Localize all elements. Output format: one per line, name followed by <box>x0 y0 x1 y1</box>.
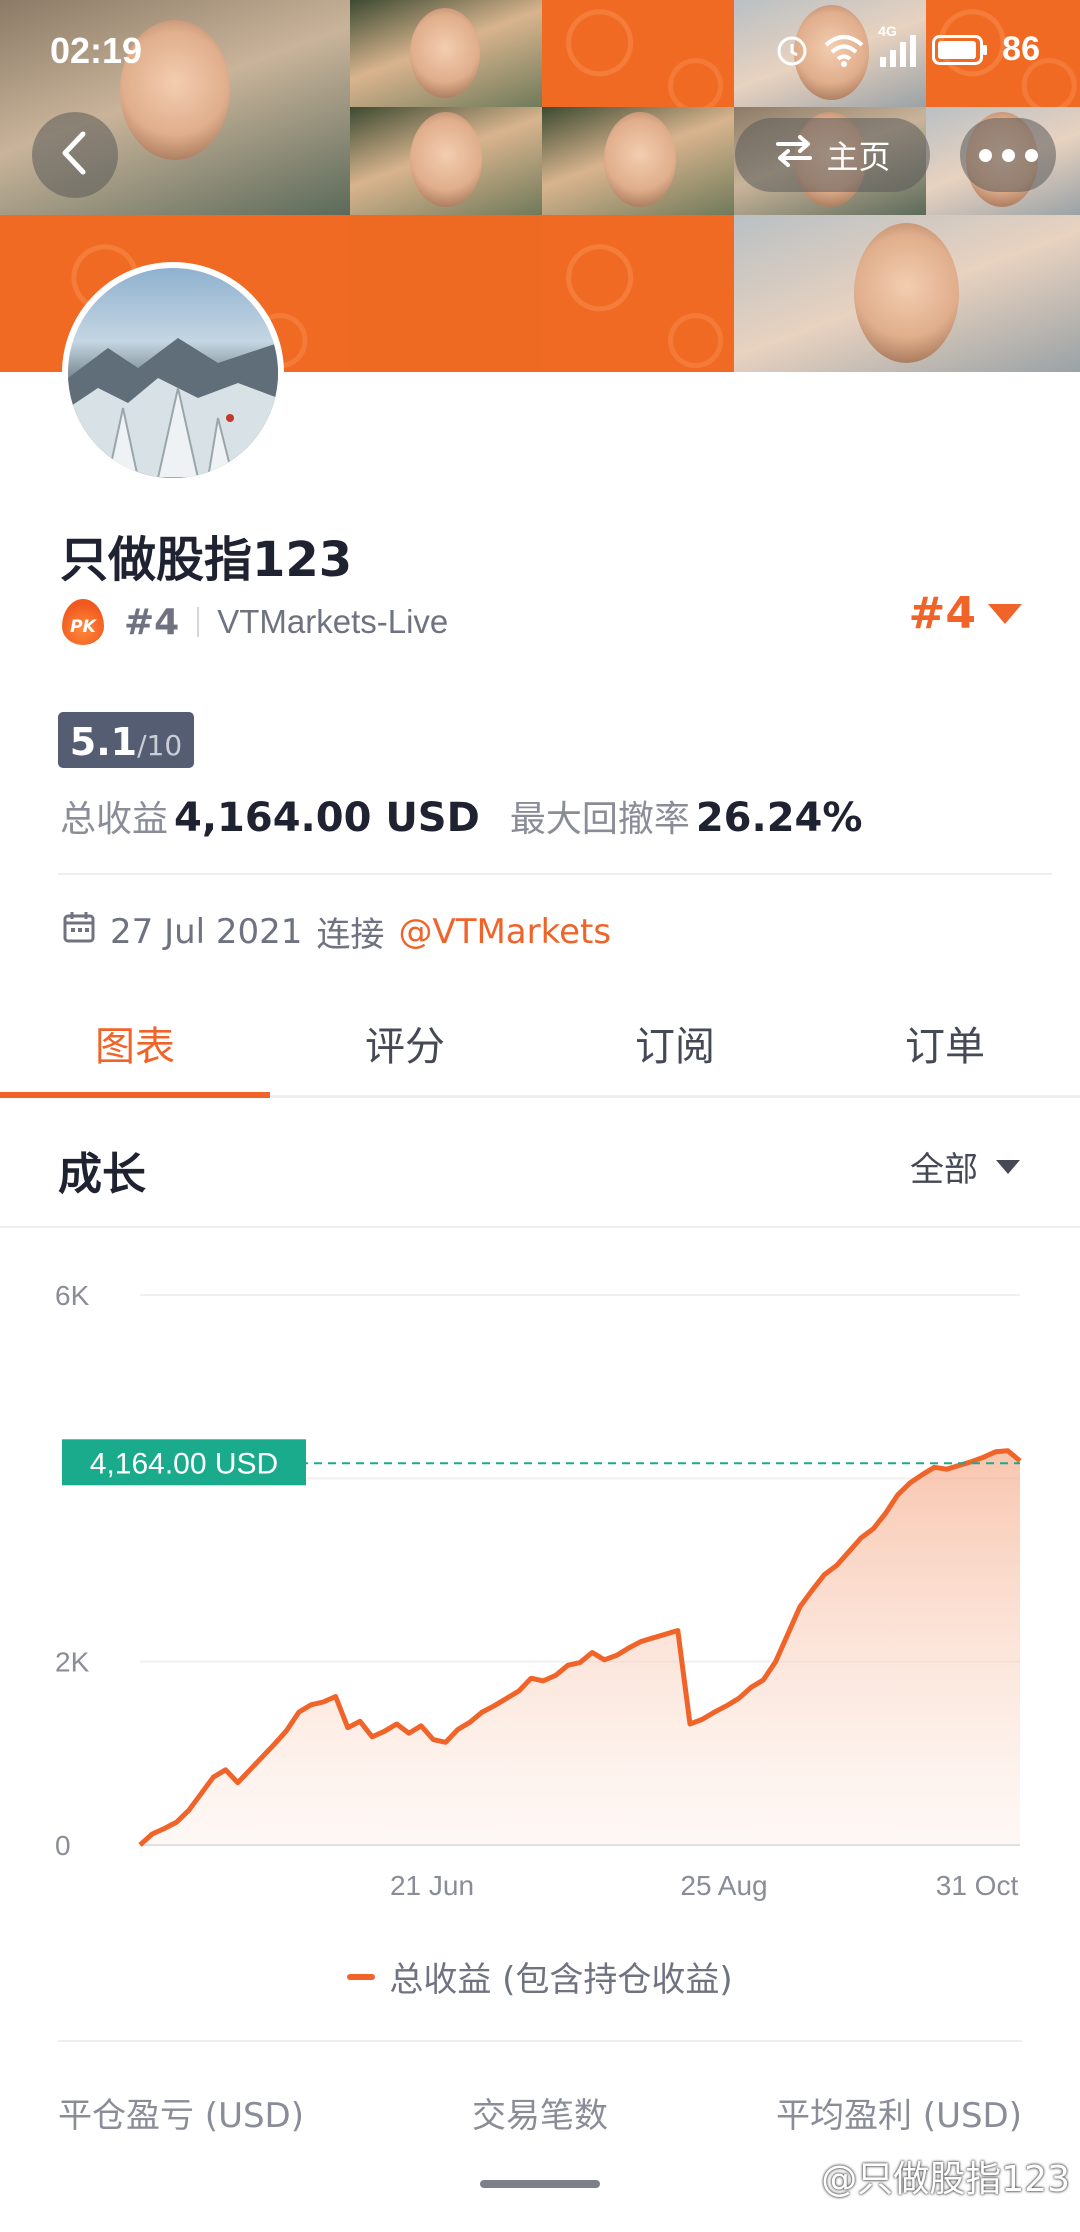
tab-rating[interactable]: 评分 <box>270 1000 540 1095</box>
avatar-landscape-image <box>68 338 278 478</box>
wifi-icon <box>824 33 864 67</box>
max-drawdown-value: 26.24% <box>695 795 863 841</box>
status-icons: 4G 86 <box>774 23 1040 69</box>
total-profit-label: 总收益 <box>60 799 169 840</box>
battery-icon <box>932 34 988 65</box>
avg-profit-label: 平均盈利 (USD) <box>776 2096 1022 2136</box>
caret-down-icon <box>996 1159 1020 1174</box>
pk-badge-label: PK <box>70 617 96 637</box>
closed-pnl-label: 平仓盈亏 (USD) <box>58 2096 304 2136</box>
rank-row: PK #4 VTMarkets-Live <box>62 596 448 648</box>
score-max: /10 <box>137 729 183 762</box>
joined-date: 27 Jul 2021 <box>110 911 303 952</box>
y-tick-label: 2K <box>55 1647 90 1678</box>
profit-stats: 总收益 4,164.00 USD 最大回撤率 26.24% <box>60 790 862 842</box>
divider <box>58 873 1052 875</box>
period-filter-label: 全部 <box>910 1150 978 1190</box>
home-label: 主页 <box>826 138 891 176</box>
pk-flame-icon[interactable]: PK <box>62 599 104 645</box>
banner-photo <box>734 215 1080 372</box>
swap-icon <box>774 133 814 177</box>
signal-icon: 4G <box>878 23 918 67</box>
tab-bar: 图表 评分 订阅 订单 <box>0 1000 1080 1098</box>
rank-number: #4 <box>124 601 180 643</box>
home-indicator[interactable] <box>480 2180 600 2188</box>
joined-text: 连接 <box>316 915 385 955</box>
chart-legend: 总收益 (包含持仓收益) <box>0 1952 1080 2001</box>
trade-count-label: 交易笔数 <box>472 2096 608 2136</box>
total-profit-value: 4,164.00 USD <box>174 795 480 841</box>
more-dot <box>1024 148 1038 162</box>
score-badge: 5.1 /10 <box>58 712 194 768</box>
y-tick-label: 6K <box>55 1280 90 1311</box>
broker-link[interactable]: @VTMarkets <box>398 912 611 952</box>
tab-orders[interactable]: 订单 <box>810 1000 1080 1095</box>
growth-chart-svg: 4,164.00 USD 0 2K 6K 21 Jun 25 Aug 31 Oct <box>55 1280 1022 1901</box>
legend-label: 总收益 (包含持仓收益) <box>389 1960 733 2000</box>
legend-swatch <box>347 1973 376 1980</box>
caret-down-icon <box>988 603 1022 624</box>
tab-subscribe[interactable]: 订阅 <box>540 1000 810 1095</box>
network-type: 4G <box>878 22 897 39</box>
score-value: 5.1 <box>69 720 138 764</box>
battery-level: 86 <box>1002 30 1040 68</box>
rank-dropdown[interactable]: #4 <box>909 588 1022 639</box>
max-drawdown-label: 最大回撤率 <box>509 799 690 840</box>
growth-title: 成长 <box>58 1149 146 1200</box>
x-tick-label: 25 Aug <box>680 1870 767 1901</box>
rank-separator <box>197 607 200 637</box>
divider <box>58 2040 1022 2042</box>
y-tick-label: 0 <box>55 1830 71 1861</box>
rank-dropdown-label: #4 <box>908 588 976 639</box>
banner-pattern <box>350 215 542 372</box>
calendar-icon <box>62 910 96 953</box>
joined-row: 27 Jul 2021 连接 @VTMarkets <box>62 907 611 956</box>
avatar[interactable] <box>62 262 284 484</box>
tab-chart[interactable]: 图表 <box>0 1000 270 1098</box>
growth-section-header: 成长 全部 <box>0 1100 1080 1228</box>
period-filter-dropdown[interactable]: 全部 <box>910 1142 1020 1191</box>
chevron-left-icon <box>55 128 95 182</box>
banner-pattern <box>542 215 734 372</box>
x-tick-label: 21 Jun <box>390 1870 474 1901</box>
watermark: @只做股指123 <box>821 2159 1070 2200</box>
home-switch-button[interactable]: 主页 <box>735 118 930 192</box>
status-time: 02:19 <box>50 30 143 71</box>
more-dot <box>978 148 992 162</box>
bottom-stats-row: 平仓盈亏 (USD) 交易笔数 平均盈利 (USD) <box>58 2088 1022 2137</box>
x-tick-label: 31 Oct <box>936 1870 1019 1901</box>
growth-chart[interactable]: 4,164.00 USD 0 2K 6K 21 Jun 25 Aug 31 Oct <box>0 1230 1080 2030</box>
banner-photo <box>542 107 734 215</box>
trader-name: 只做股指123 <box>60 532 353 588</box>
alarm-icon <box>774 32 810 68</box>
current-value-label: 4,164.00 USD <box>90 1447 278 1480</box>
more-options-button[interactable] <box>960 118 1056 192</box>
back-button[interactable] <box>32 112 118 198</box>
banner-photo <box>350 107 542 215</box>
status-bar: 02:19 4G 86 <box>0 0 1080 110</box>
server-name: VTMarkets-Live <box>217 603 449 640</box>
more-dot <box>1001 148 1015 162</box>
